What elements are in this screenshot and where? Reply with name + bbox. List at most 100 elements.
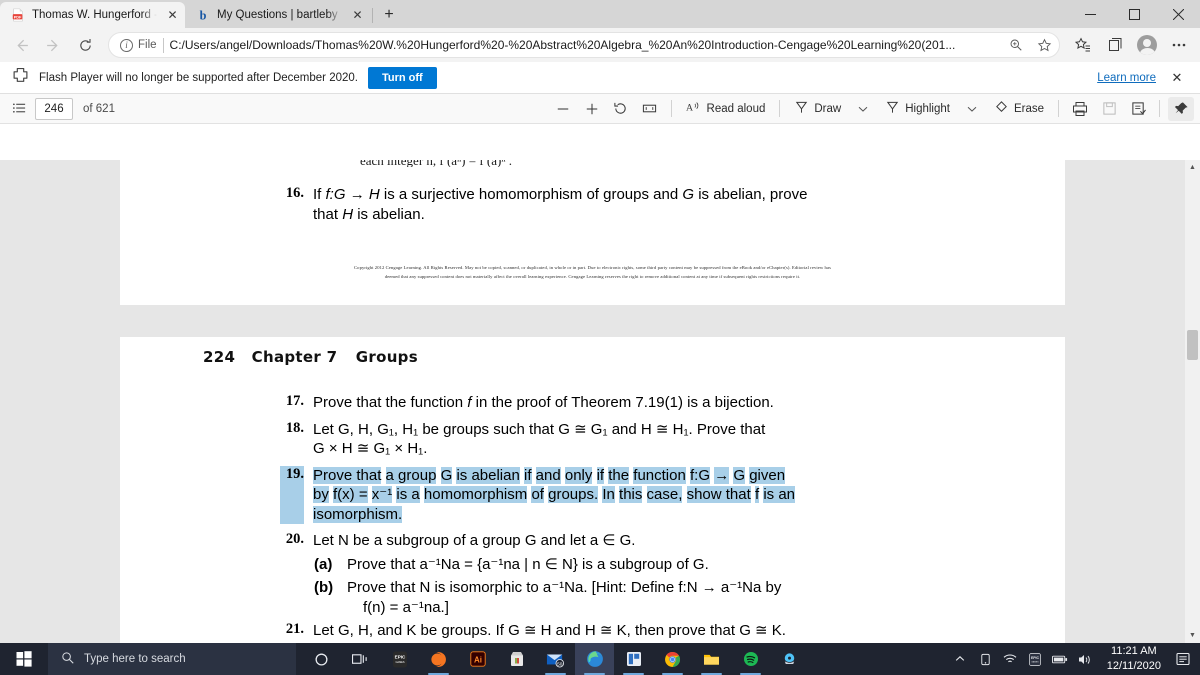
task-view-icon[interactable] [341, 643, 380, 675]
search-zoom-icon[interactable] [1005, 34, 1027, 56]
close-icon[interactable]: ✕ [164, 7, 181, 24]
taskbar-clock[interactable]: 11:21 AM 12/11/2020 [1098, 644, 1170, 673]
toolbar-divider [779, 100, 781, 117]
text-fragment: is abelian. [353, 205, 425, 223]
tab-hungerford-pdf[interactable]: PDF Thomas W. Hungerford - Abstrac ✕ [0, 2, 185, 28]
microsoft-store-icon[interactable] [497, 643, 536, 675]
svg-text:GAMES: GAMES [395, 661, 404, 664]
microsoft-teams-icon[interactable] [614, 643, 653, 675]
save-icon[interactable] [1096, 97, 1122, 121]
exercise-body: Let N be a subgroup of a group G and let… [313, 532, 636, 549]
volume-icon[interactable] [1073, 643, 1098, 675]
tab-divider [372, 8, 373, 23]
table-of-contents-icon[interactable] [6, 97, 32, 121]
pdf-viewer[interactable]: each integer n, f (aⁿ) = f (a)ⁿ . 16. If… [0, 160, 1200, 643]
text-fragment: Prove that N is isomorphic to a⁻¹Na. [Hi… [347, 579, 782, 596]
exercise-number: 20. [285, 531, 304, 547]
turn-off-button[interactable]: Turn off [367, 66, 437, 89]
google-chrome-icon[interactable] [653, 643, 692, 675]
highlighted-text-chunk: the [608, 466, 630, 484]
avatar[interactable] [1132, 31, 1162, 59]
text-fragment: Prove that the function [313, 394, 468, 411]
battery-icon[interactable] [1048, 643, 1073, 675]
draw-button[interactable]: Draw [788, 97, 847, 121]
text-fragment: G [682, 186, 695, 203]
pdf-scrollbar[interactable]: ▲ ▼ [1185, 160, 1200, 643]
mail-icon[interactable]: 50 [536, 643, 575, 675]
exercise-19-highlighted[interactable]: 19. Prove that a group G is abelian if a… [280, 465, 900, 525]
close-icon[interactable]: ✕ [1166, 70, 1188, 86]
cortana-icon[interactable] [302, 643, 341, 675]
spotify-icon[interactable] [731, 643, 770, 675]
maximize-button[interactable] [1112, 0, 1156, 28]
file-explorer-icon[interactable] [692, 643, 731, 675]
pdf-scrollbar-thumb[interactable] [1187, 330, 1198, 360]
highlighted-text-chunk: is an [763, 486, 795, 503]
highlighted-text-chunk: In [602, 486, 615, 503]
star-icon[interactable] [1033, 34, 1055, 56]
adobe-illustrator-icon[interactable]: Ai [458, 643, 497, 675]
highlight-button[interactable]: Highlight [879, 97, 956, 121]
refresh-button[interactable] [70, 31, 100, 59]
microsoft-edge-icon[interactable] [575, 643, 614, 675]
text-fragment: Let G, H, G₁, H₁ be groups such that G ≅… [313, 420, 766, 438]
url-bar[interactable]: i File C:/Users/angel/Downloads/Thomas%2… [108, 32, 1060, 58]
epic-games-icon[interactable]: EPIC GAMES [380, 643, 419, 675]
url-divider [162, 37, 164, 53]
exercise-18: 18. Let G, H, G₁, H₁ be groups such that… [280, 420, 900, 459]
discord-icon[interactable] [770, 643, 809, 675]
highlighted-text-chunk: G [733, 466, 746, 484]
epic-tray-icon[interactable]: EPIC GAMES [1023, 643, 1048, 675]
back-button[interactable] [6, 31, 36, 59]
draw-label: Draw [814, 102, 842, 115]
onedrive-icon[interactable] [973, 643, 998, 675]
tab-bartleby[interactable]: b My Questions | bartleby ✕ [185, 2, 370, 28]
search-input[interactable]: Type here to search [48, 643, 296, 675]
save-as-icon[interactable] [1125, 97, 1151, 121]
print-icon[interactable] [1067, 97, 1093, 121]
wifi-icon[interactable] [998, 643, 1023, 675]
highlighted-text-chunk: homomorphism [423, 486, 528, 503]
sub-label: (b) [314, 579, 334, 596]
page-header: 224 Chapter 7 Groups [203, 348, 418, 367]
search-placeholder: Type here to search [84, 653, 186, 665]
minimize-button[interactable] [1068, 0, 1112, 28]
crunchyroll-icon[interactable] [419, 643, 458, 675]
learn-more-link[interactable]: Learn more [1097, 72, 1156, 84]
action-center-icon[interactable] [1170, 643, 1196, 675]
highlighted-text-chunk: Prove that [313, 466, 382, 484]
highlighted-text-chunk: if [596, 466, 605, 484]
rotate-icon[interactable] [608, 97, 634, 121]
scroll-up-arrow-icon[interactable]: ▲ [1185, 160, 1200, 175]
chapter-title: Groups [355, 348, 418, 366]
svg-text:Ai: Ai [474, 655, 482, 664]
exercise-body: Prove that a group G is abelian if and o… [313, 466, 795, 525]
zoom-in-button[interactable] [579, 97, 605, 121]
pen-icon [794, 100, 809, 118]
highlighted-text-chunk: if [524, 466, 532, 484]
highlighted-text-chunk: and [535, 466, 561, 484]
fit-page-icon[interactable] [637, 97, 663, 121]
windows-start-icon[interactable] [0, 643, 48, 675]
taskbar-items: EPIC GAMES Ai 50 [302, 643, 809, 675]
pin-icon[interactable] [1168, 96, 1194, 121]
close-icon[interactable]: ✕ [349, 7, 366, 24]
ellipsis-icon[interactable] [1164, 31, 1194, 59]
collections-icon[interactable] [1100, 31, 1130, 59]
new-tab-button[interactable]: + [376, 2, 402, 28]
favorites-bar-icon[interactable] [1068, 31, 1098, 59]
show-hidden-icons-chevron[interactable] [948, 643, 973, 675]
highlight-chevron-down-icon[interactable] [959, 97, 985, 121]
scroll-down-arrow-icon[interactable]: ▼ [1185, 628, 1200, 643]
read-aloud-button[interactable]: A Read aloud [680, 97, 772, 121]
highlighted-text-chunk: a group [385, 466, 437, 484]
zoom-out-button[interactable] [550, 97, 576, 121]
erase-button[interactable]: Erase [988, 97, 1050, 121]
flash-notification-bar: Flash Player will no longer be supported… [0, 62, 1200, 94]
forward-button[interactable] [38, 31, 68, 59]
page-number-input[interactable] [35, 97, 73, 120]
svg-text:EPIC: EPIC [394, 654, 405, 659]
draw-chevron-down-icon[interactable] [850, 97, 876, 121]
close-button[interactable] [1156, 0, 1200, 28]
exercise-number: 21. [285, 621, 304, 637]
